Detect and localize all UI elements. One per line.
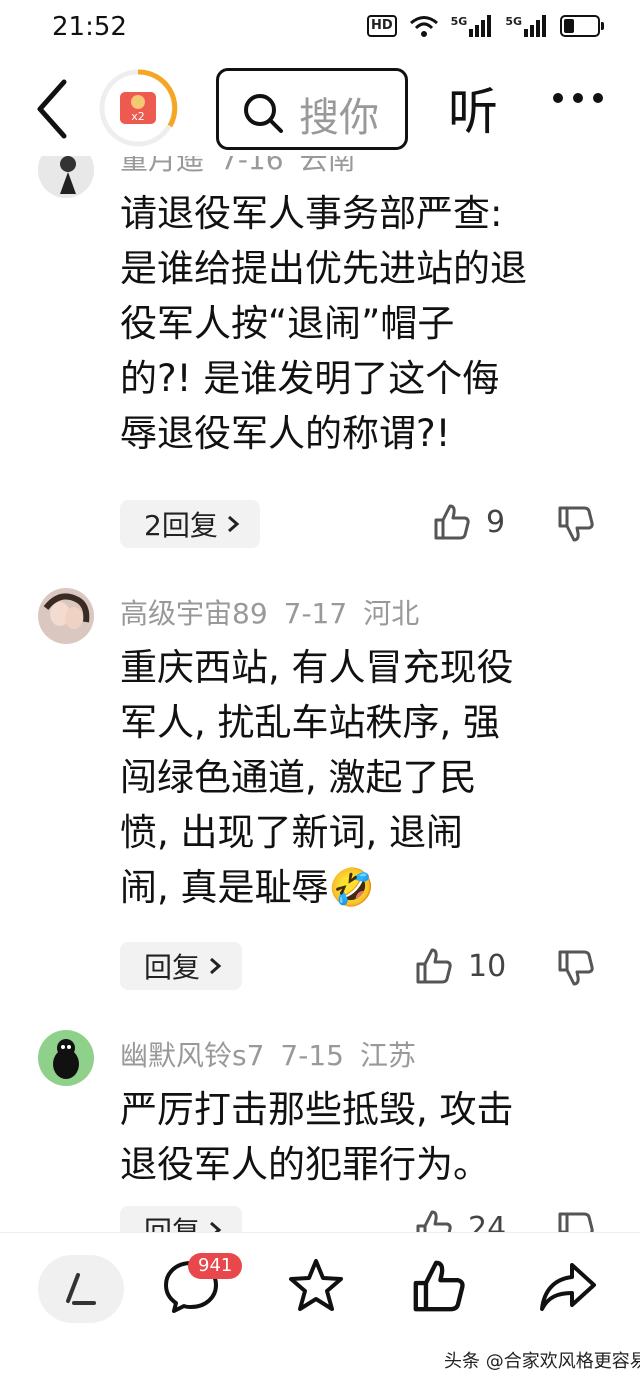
battery-fill bbox=[564, 19, 574, 33]
comment-text: 严厉打击那些抵毁, 攻击 退役军人的犯罪行为。 bbox=[120, 1082, 590, 1192]
comment-text: 重庆西站, 有人冒充现役 军人, 扰乱车站秩序, 强 闯绿色通道, 激起了民 愤… bbox=[120, 640, 590, 915]
share-arrow-icon bbox=[540, 1263, 596, 1311]
chevron-left-icon bbox=[37, 79, 67, 139]
thumbs-up-icon bbox=[416, 948, 452, 984]
more-button[interactable] bbox=[552, 90, 604, 109]
like-count: 24 bbox=[468, 1210, 507, 1233]
author-name[interactable]: 幽默风铃s7 bbox=[120, 1039, 264, 1072]
comment-line: 的?! 是谁发明了这个侮 bbox=[120, 357, 500, 400]
like-button[interactable]: 24 bbox=[414, 1208, 506, 1232]
comment-line: 愤, 出现了新词, 退闹 bbox=[120, 811, 464, 854]
reply-button[interactable]: 回复 bbox=[120, 942, 243, 990]
comment-date: 7-16 bbox=[220, 156, 284, 176]
author-name[interactable]: 董月遥 bbox=[120, 156, 204, 176]
comment-line: 请退役军人事务部严查: bbox=[120, 192, 503, 235]
comment-line: 退役军人的犯罪行为。 bbox=[120, 1143, 490, 1186]
wifi-icon bbox=[409, 14, 439, 38]
search-icon bbox=[244, 94, 283, 133]
thumbs-down-icon bbox=[558, 950, 594, 986]
comment-date: 7-17 bbox=[283, 597, 348, 630]
comment-line: 军人, 扰乱车站秩序, 强 bbox=[120, 701, 501, 744]
comment-line: 役军人按“退闹”帽子 bbox=[120, 302, 455, 345]
red-packet-multiplier: x2 bbox=[131, 110, 145, 123]
like-article-button[interactable] bbox=[410, 1257, 468, 1319]
comment-line: 闯绿色通道, 激起了民 bbox=[120, 756, 477, 799]
reply-label: 2回复 bbox=[144, 509, 218, 542]
battery-icon bbox=[560, 15, 604, 37]
cellular-signal-1-icon: 5G bbox=[451, 15, 494, 37]
more-dots-icon bbox=[553, 93, 603, 103]
thumbs-up-icon bbox=[416, 1210, 452, 1232]
author-name[interactable]: 高级宇宙89 bbox=[120, 597, 268, 630]
like-button[interactable]: 9 bbox=[432, 502, 505, 542]
chevron-right-icon bbox=[227, 515, 240, 533]
thumbs-up-icon bbox=[434, 504, 470, 540]
like-button[interactable]: 10 bbox=[414, 946, 506, 986]
reply-label: 回复 bbox=[144, 951, 201, 984]
watermark: 头条 @合家欢风格更容易 bbox=[444, 1351, 640, 1372]
comment-line: 辱退役军人的称谓?! bbox=[120, 412, 451, 455]
status-bar: 21:52 HD 5G 5G bbox=[0, 0, 640, 58]
listen-button[interactable]: 听 bbox=[448, 72, 498, 144]
back-button[interactable] bbox=[28, 76, 78, 142]
hd-icon: HD bbox=[366, 15, 397, 37]
pencil-icon bbox=[66, 1273, 96, 1305]
reply-button[interactable]: 2回复 bbox=[120, 500, 260, 548]
comment-date: 7-15 bbox=[280, 1039, 344, 1072]
comment-line: 严厉打击那些抵毁, 攻击 bbox=[120, 1088, 514, 1131]
thumbs-up-icon bbox=[413, 1260, 465, 1312]
cellular-signal-2-icon: 5G bbox=[505, 15, 548, 37]
write-comment-button[interactable] bbox=[38, 1255, 124, 1323]
comment-line: 重庆西站, 有人冒充现役 bbox=[120, 646, 514, 689]
comment-location: 河北 bbox=[363, 597, 420, 630]
status-icons: HD 5G 5G bbox=[366, 14, 604, 38]
comment-meta: 高级宇宙89 7-17 河北 bbox=[120, 592, 435, 632]
avatar[interactable] bbox=[38, 588, 94, 644]
thumbs-down-icon bbox=[558, 1212, 594, 1232]
comment-meta: 董月遥 7-16 云南 bbox=[120, 156, 372, 178]
chevron-right-icon bbox=[210, 957, 222, 975]
comment-location: 云南 bbox=[299, 156, 356, 176]
bottom-action-bar: 941 头条 @合家欢风格更容易 bbox=[0, 1232, 640, 1378]
red-packet-task-button[interactable]: x2 bbox=[98, 68, 178, 148]
comment-list: 董月遥 7-16 云南 请退役军人事务部严查: 是谁给提出优先进站的退 役军人按“退… bbox=[0, 156, 640, 1232]
comment-location: 江苏 bbox=[359, 1039, 416, 1072]
dislike-button[interactable] bbox=[556, 504, 596, 548]
dislike-button[interactable] bbox=[556, 1210, 596, 1232]
star-icon bbox=[289, 1259, 343, 1311]
comment-line: 是谁给提出优先进站的退 bbox=[120, 247, 527, 290]
comment-meta: 幽默风铃s7 7-15 江苏 bbox=[120, 1034, 432, 1074]
search-box[interactable]: 搜你 bbox=[216, 68, 408, 150]
top-bar: x2 搜你 听 bbox=[0, 60, 640, 156]
thumbs-down-icon bbox=[558, 506, 594, 542]
reply-label: 回复 bbox=[144, 1215, 201, 1232]
search-placeholder: 搜你 bbox=[299, 95, 379, 141]
comment-line: 闹, 真是耻辱🤣 bbox=[120, 866, 375, 909]
status-time: 21:52 bbox=[52, 12, 127, 42]
comment-count-badge: 941 bbox=[188, 1253, 243, 1279]
favorite-button[interactable] bbox=[286, 1257, 346, 1319]
avatar[interactable] bbox=[38, 1030, 94, 1086]
dislike-button[interactable] bbox=[556, 948, 596, 992]
chevron-right-icon bbox=[210, 1221, 222, 1232]
share-button[interactable] bbox=[538, 1257, 598, 1319]
avatar[interactable] bbox=[38, 156, 94, 198]
comment-text: 请退役军人事务部严查: 是谁给提出优先进站的退 役军人按“退闹”帽子 的?! 是… bbox=[120, 186, 590, 461]
like-count: 9 bbox=[486, 504, 506, 540]
like-count: 10 bbox=[468, 948, 507, 984]
reply-button[interactable]: 回复 bbox=[120, 1206, 243, 1232]
